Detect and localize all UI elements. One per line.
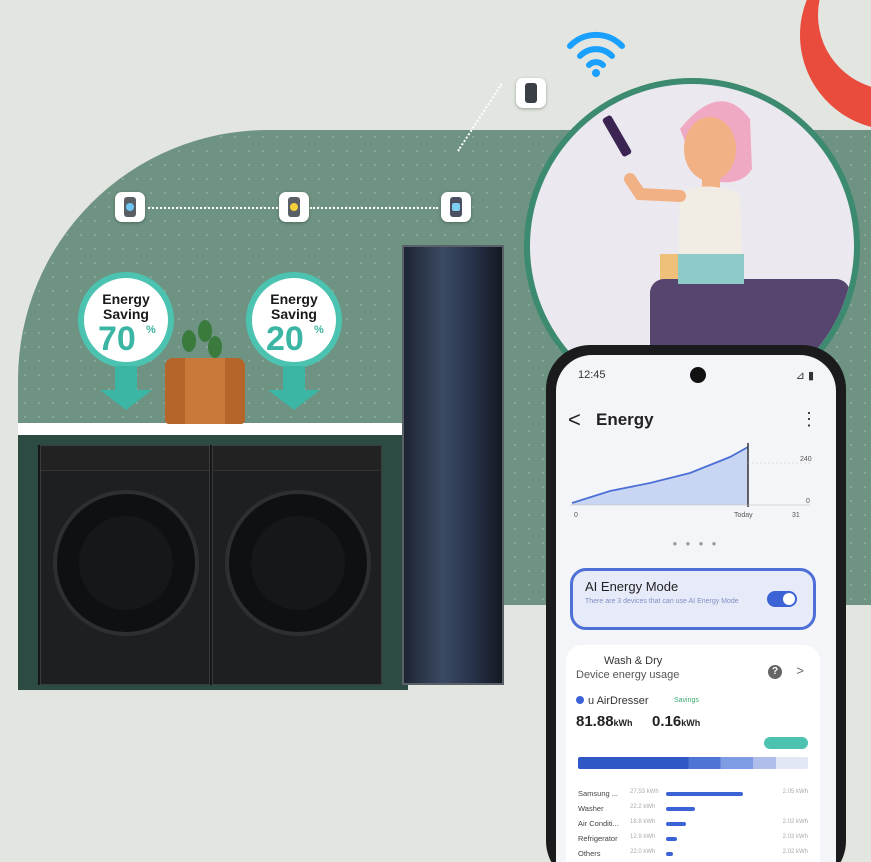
washer-device-icon (115, 192, 145, 222)
leaf (208, 336, 222, 358)
chart-y-label: 240 (800, 456, 812, 463)
promo-scene: Energy Saving 70 % Energy Saving 20 % 12… (0, 0, 871, 862)
energy-saving-badge-washer: Energy Saving 70 % (78, 272, 174, 368)
device-usage-card[interactable]: Wash & Dry Device energy usage ? > u Air… (566, 645, 820, 862)
washer-dryer-pair (38, 445, 382, 685)
washer-door (53, 490, 199, 636)
usage-row-amount: 22.0 kWh (630, 849, 656, 855)
down-arrow-icon (283, 366, 305, 392)
shelf (18, 423, 403, 435)
usage-row-name: Air Conditi... (578, 819, 619, 828)
connection-line (310, 207, 438, 209)
page-indicator[interactable]: ● ● ● ● (556, 539, 836, 548)
usage-row-bar (666, 807, 695, 811)
more-options-icon[interactable]: ⋮ (800, 409, 818, 430)
wifi-icon (567, 31, 625, 77)
usage-row-amount: 12.9 kWh (630, 834, 656, 840)
savings-value: 0.16kWh (652, 713, 701, 730)
usage-list: Samsung ... 27.53 kWh 2.05 kWh Washer 22.2 k… (578, 787, 808, 862)
ai-energy-mode-title: AI Energy Mode (585, 579, 679, 594)
smartphone: 12:45 ⊿ ▮ < Energy ⋮ 0 Today 31 240 0 ● … (546, 345, 846, 862)
dryer-device-icon (279, 192, 309, 222)
device-label: u AirDresser (576, 695, 649, 707)
savings-label: Savings (674, 697, 699, 704)
usage-row-amount: 22.2 kWh (630, 804, 656, 810)
usage-row[interactable]: Samsung ... 27.53 kWh 2.05 kWh (578, 787, 808, 802)
usage-row-amount: 18.8 kWh (630, 819, 656, 825)
usage-row[interactable]: Refrigerator 12.9 kWh 2.03 kWh (578, 832, 808, 847)
help-icon[interactable]: ? (768, 665, 782, 679)
usage-stack-bar (578, 757, 808, 769)
chart-x-label: Today (734, 512, 753, 519)
usage-row-amount: 27.53 kWh (630, 789, 659, 795)
usage-row-bar (666, 837, 677, 841)
airdresser-cabinet (402, 245, 504, 685)
usage-row-name: Samsung ... (578, 789, 619, 798)
down-arrow-head (100, 390, 152, 410)
wash-dry-subtitle: Device energy usage (576, 669, 680, 681)
ai-energy-mode-toggle[interactable] (767, 591, 797, 607)
usage-value: 81.88kWh (576, 713, 633, 730)
usage-row-bar (666, 852, 674, 856)
status-icons: ⊿ ▮ (795, 370, 814, 382)
usage-row-name: Washer (578, 804, 604, 813)
energy-usage-chart: 0 Today 31 240 0 (570, 443, 812, 519)
page-title: Energy (596, 410, 654, 429)
down-arrow-icon (115, 366, 137, 392)
chart-x-label: 31 (792, 512, 800, 519)
usage-row-value: 2.03 kWh (782, 834, 808, 840)
connection-line (148, 207, 278, 209)
status-time: 12:45 (578, 369, 606, 381)
usage-row[interactable]: Others 22.0 kWh 2.02 kWh (578, 847, 808, 862)
device-dot-icon (576, 696, 584, 704)
chevron-right-icon[interactable]: > (796, 663, 804, 678)
airdresser-device-icon (441, 192, 471, 222)
usage-row[interactable]: Washer 22.2 kWh (578, 802, 808, 817)
wash-dry-title: Wash & Dry (604, 655, 663, 667)
usage-row-value: 2.05 kWh (782, 789, 808, 795)
washer (40, 445, 210, 685)
dryer (212, 445, 382, 685)
chart-y-label: 0 (806, 498, 810, 505)
energy-saving-badge-dryer: Energy Saving 20 % (246, 272, 342, 368)
back-icon[interactable]: < (568, 407, 581, 433)
ai-energy-mode-card[interactable]: AI Energy Mode There are 3 devices that … (570, 568, 816, 630)
usage-row[interactable]: Air Conditi... 18.8 kWh 2.02 kWh (578, 817, 808, 832)
red-arc-decoration (800, 0, 871, 130)
dryer-door (225, 490, 371, 636)
usage-row-name: Refrigerator (578, 834, 618, 843)
leaf (182, 330, 196, 352)
phone-device-icon (516, 78, 546, 108)
savings-pill (764, 737, 808, 749)
front-camera (690, 367, 706, 383)
phone-screen: 12:45 ⊿ ▮ < Energy ⋮ 0 Today 31 240 0 ● … (556, 355, 836, 862)
usage-row-name: Others (578, 849, 601, 858)
usage-row-value: 2.02 kWh (782, 849, 808, 855)
usage-row-bar (666, 822, 686, 826)
chart-x-label: 0 (574, 512, 578, 519)
down-arrow-head (268, 390, 320, 410)
usage-row-value: 2.02 kWh (782, 819, 808, 825)
ai-energy-mode-description: There are 3 devices that can use AI Ener… (585, 598, 739, 605)
usage-row-bar (666, 792, 743, 796)
plant-pot (165, 358, 245, 424)
